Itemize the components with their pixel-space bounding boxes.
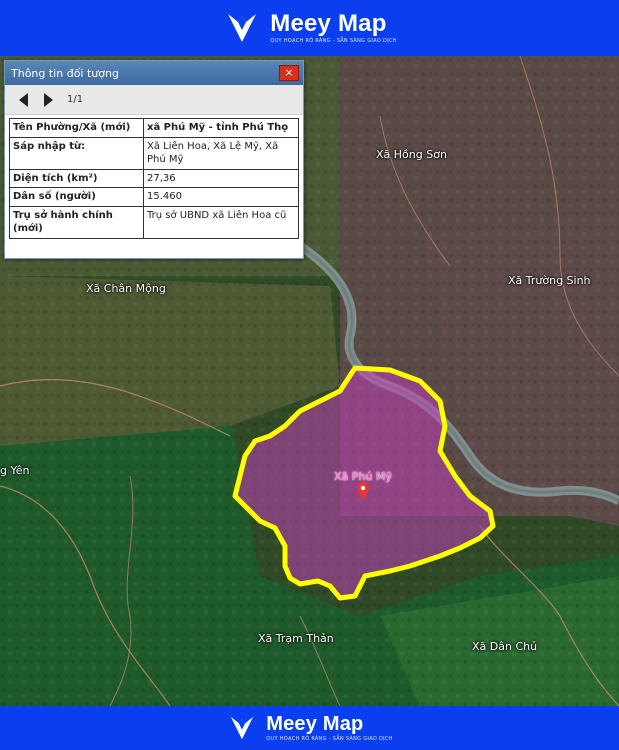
row-key: Tên Phường/Xã (mới) (9, 118, 144, 138)
next-arrow-icon[interactable] (44, 92, 53, 107)
meey-logo-icon (228, 14, 257, 42)
place-label-dan-chu: Xã Dân Chủ (472, 640, 538, 653)
row-value: Xã Liên Hoa, Xã Lệ Mỹ, Xã Phú Mỹ (143, 136, 299, 170)
place-label-chan-mong: Xã Chân Mộng (86, 282, 166, 295)
row-value: Trụ sở UBND xã Liên Hoa cũ (143, 205, 299, 239)
row-key: Diện tích (km²) (9, 168, 144, 188)
row-value: 27,36 (143, 168, 299, 188)
top-banner: Meey Map QUY HOẠCH RÕ RÀNG - SẴN SÀNG GI… (0, 0, 619, 56)
brand-tagline: QUY HOẠCH RÕ RÀNG - SẴN SÀNG GIAO DỊCH (270, 38, 397, 44)
info-table: Tên Phường/Xã (mới) xã Phú Mỹ - tỉnh Phú… (9, 118, 299, 239)
close-button[interactable]: × (279, 65, 299, 81)
meey-logo-icon (231, 716, 254, 740)
location-pin-icon[interactable] (357, 482, 369, 500)
brand-name: Meey Map (270, 10, 387, 37)
object-info-panel: Thông tin đối tượng × 1/1 Tên Phường/Xã … (4, 60, 304, 259)
previous-arrow-icon[interactable] (19, 92, 28, 107)
panel-header[interactable]: Thông tin đối tượng × (5, 61, 303, 85)
brand-name: Meey Map (266, 713, 364, 735)
place-label-tram-than: Xã Trạm Thản (258, 632, 334, 645)
place-label-truong-sinh: Xã Trường Sinh (508, 274, 591, 287)
row-key: Trụ sở hành chính (mới) (9, 205, 144, 239)
brand-tagline: QUY HOẠCH RÕ RÀNG - SẴN SÀNG GIAO DỊCH (266, 736, 393, 742)
table-row: Dân số (người) 15.460 (9, 187, 299, 207)
table-row: Diện tích (km²) 27,36 (9, 168, 299, 188)
panel-title: Thông tin đối tượng (11, 66, 119, 80)
row-key: Sáp nhập từ: (9, 136, 144, 170)
page-counter: 1/1 (67, 94, 84, 105)
pager: 1/1 (5, 85, 303, 115)
place-label-yen: g Yên (0, 464, 30, 477)
table-row: Trụ sở hành chính (mới) Trụ sở UBND xã L… (9, 205, 299, 239)
table-row: Sáp nhập từ: Xã Liên Hoa, Xã Lệ Mỹ, Xã P… (9, 136, 299, 170)
bottom-banner: Meey Map QUY HOẠCH RÕ RÀNG - SẴN SÀNG GI… (0, 706, 619, 750)
row-value: xã Phú Mỹ - tỉnh Phú Thọ (143, 118, 299, 138)
row-key: Dân số (người) (9, 187, 144, 207)
brand-logo[interactable]: Meey Map QUY HOẠCH RÕ RÀNG - SẴN SÀNG GI… (222, 8, 396, 48)
row-value: 15.460 (143, 187, 299, 207)
table-row: Tên Phường/Xã (mới) xã Phú Mỹ - tỉnh Phú… (9, 118, 299, 138)
place-label-hong-son: Xã Hồng Sơn (376, 148, 447, 161)
brand-logo-footer[interactable]: Meey Map QUY HOẠCH RÕ RÀNG - SẴN SÀNG GI… (226, 712, 392, 744)
